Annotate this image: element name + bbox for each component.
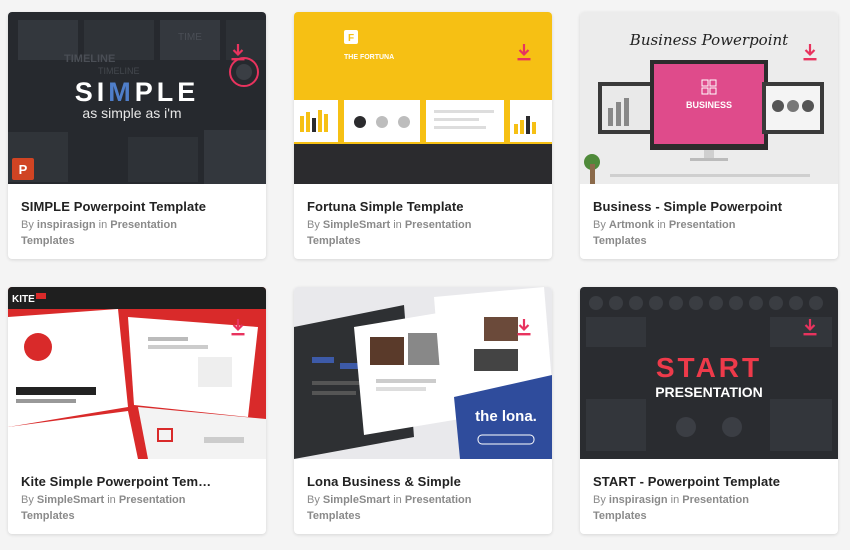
by-label: By [307,494,320,506]
card-title[interactable]: SIMPLE Powerpoint Template [21,199,218,215]
thumb-brand: THE FORTUNA [344,54,394,61]
card-meta: By inspirasign in Presentation Templates [21,217,218,249]
by-label: By [21,494,34,506]
author-link[interactable]: SimpleSmart [323,219,390,231]
card-title[interactable]: START - Powerpoint Template [593,474,790,490]
template-thumbnail[interactable]: KITE [8,287,266,459]
download-icon[interactable] [516,42,532,62]
thumb-subline: PRESENTATION [655,384,763,400]
thumb-brand: KITE [12,294,35,305]
author-link[interactable]: inspirasign [37,219,96,231]
thumb-headline: SIMPLE [75,77,200,107]
template-card[interactable]: the lona. Lona Business & Simple By Simp… [294,287,552,534]
template-card[interactable]: KITE Kite Simple Powerpoint Templ... By … [8,287,266,534]
in-label: in [657,219,666,231]
in-label: in [393,219,402,231]
template-grid: TIMELINE TIMELINE TIME SIMPLE as simple … [0,0,850,550]
thumb-script-title: Business Powerpoint [629,31,789,49]
in-label: in [393,494,402,506]
card-meta: By SimpleSmart in Presentation Templates [307,492,504,524]
author-link[interactable]: Artmonk [609,219,654,231]
card-meta: By SimpleSmart in Presentation Templates [307,217,504,249]
by-label: By [593,219,606,231]
template-thumbnail[interactable]: TIMELINE TIMELINE TIME SIMPLE as simple … [8,12,266,184]
download-icon[interactable] [230,42,246,62]
download-icon[interactable] [802,42,818,62]
bg-word: TIMELINE [98,66,140,76]
template-thumbnail[interactable]: START PRESENTATION [580,287,838,459]
card-info: Kite Simple Powerpoint Templ... By Simpl… [8,459,266,534]
template-thumbnail[interactable]: the lona. [294,287,552,459]
card-info: Business - Simple Powerpoint By Artmonk … [580,184,838,259]
author-link[interactable]: inspirasign [609,494,668,506]
card-title[interactable]: Lona Business & Simple [307,474,504,490]
author-link[interactable]: SimpleSmart [323,494,390,506]
download-icon[interactable] [802,317,818,337]
thumb-tagline: as simple as i'm [82,105,181,121]
bg-word: TIME [178,32,202,43]
card-meta: By SimpleSmart in Presentation Templates [21,492,218,524]
card-title[interactable]: Business - Simple Powerpoint [593,199,790,215]
template-thumbnail[interactable]: Business Powerpoint BUSINESS [580,12,838,184]
in-label: in [107,494,116,506]
card-meta: By Artmonk in Presentation Templates [593,217,790,249]
card-meta: By inspirasign in Presentation Templates [593,492,790,524]
card-info: START - Powerpoint Template By inspirasi… [580,459,838,534]
thumb-headline: START [656,352,762,383]
thumb-screen-label: BUSINESS [686,100,732,110]
template-card[interactable]: Business Powerpoint BUSINESS Business - … [580,12,838,259]
template-card[interactable]: START PRESENTATION START - Powerpoint Te… [580,287,838,534]
card-title[interactable]: Fortuna Simple Template [307,199,504,215]
bg-word: TIMELINE [64,53,115,65]
in-label: in [98,219,108,231]
template-card[interactable]: TIMELINE TIMELINE TIME SIMPLE as simple … [8,12,266,259]
by-label: By [307,219,320,231]
by-label: By [593,494,606,506]
card-info: Fortuna Simple Template By SimpleSmart i… [294,184,552,259]
by-label: By [21,219,34,231]
download-icon[interactable] [230,317,246,337]
template-thumbnail[interactable]: F THE FORTUNA [294,12,552,184]
in-label: in [670,494,680,506]
download-icon[interactable] [516,317,532,337]
card-info: Lona Business & Simple By SimpleSmart in… [294,459,552,534]
powerpoint-icon: P [19,162,28,177]
template-card[interactable]: F THE FORTUNA Fortuna Simple Template By… [294,12,552,259]
card-title[interactable]: Kite Simple Powerpoint Templ... [21,474,218,490]
thumb-brand: the lona. [475,408,537,425]
card-info: SIMPLE Powerpoint Template By inspirasig… [8,184,266,259]
author-link[interactable]: SimpleSmart [37,494,104,506]
brand-logo-icon: F [348,33,354,44]
